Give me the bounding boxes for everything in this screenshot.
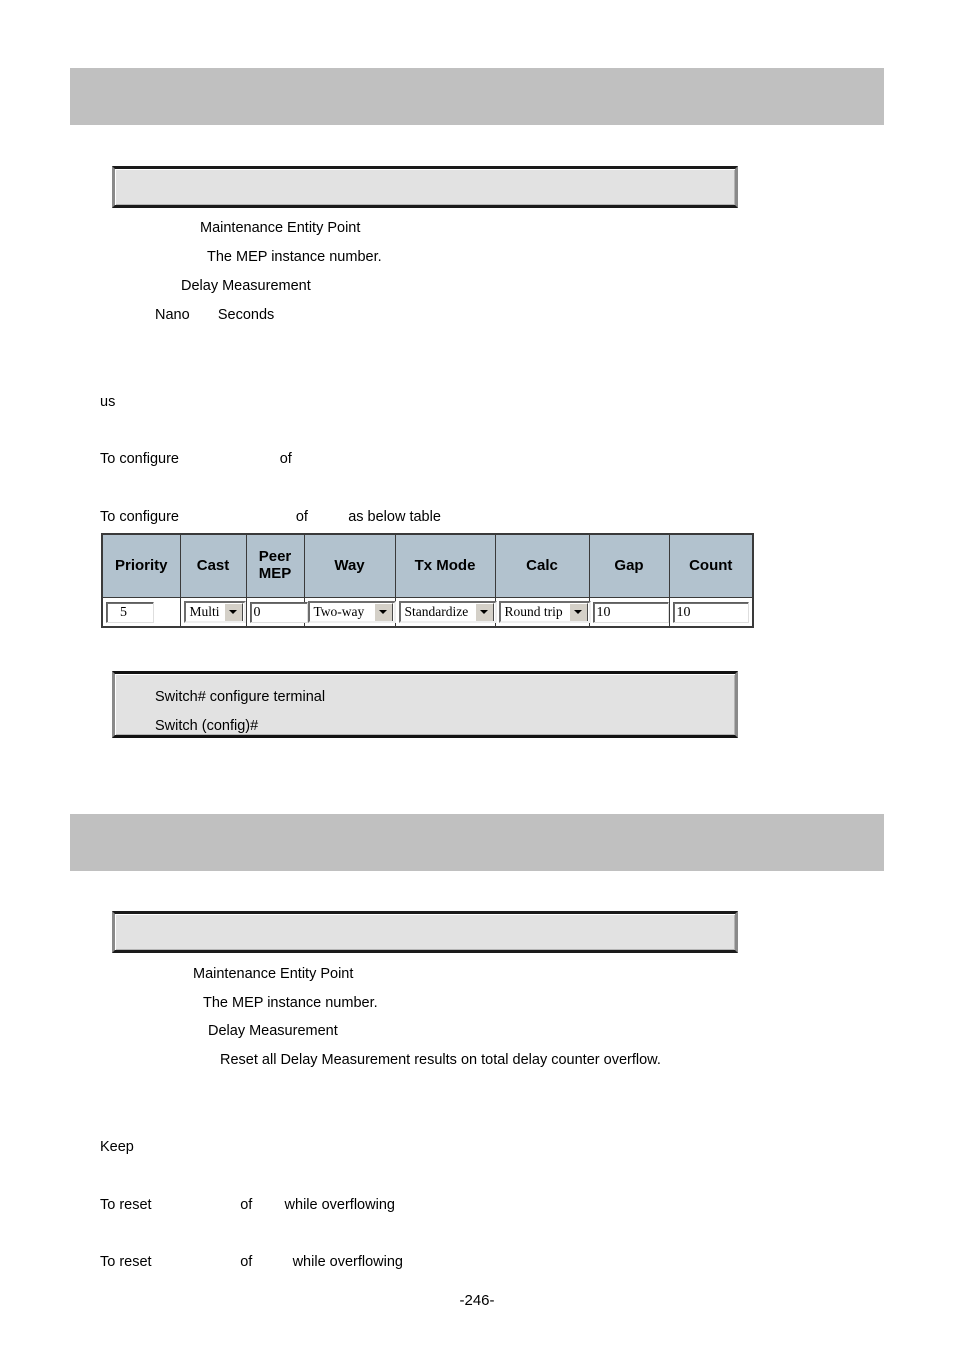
cell-gap: 10: [588, 597, 670, 628]
instruction-line-1-1: To configure of: [100, 451, 292, 467]
calc-select-value: Round trip: [504, 604, 563, 619]
column-header-cast: Cast: [179, 533, 247, 598]
description-line-1-2: The MEP instance number.: [207, 249, 382, 265]
syntax-box-2: [112, 911, 738, 953]
note-line-2-1: Keep: [100, 1139, 134, 1155]
priority-input[interactable]: 5: [106, 601, 154, 623]
peer-mep-input[interactable]: 0: [249, 601, 308, 623]
chevron-down-icon[interactable]: [373, 603, 393, 621]
calc-select[interactable]: Round trip: [498, 601, 591, 623]
table-header-row: Priority Cast Peer MEP Way Tx Mode Calc …: [101, 533, 754, 598]
cli-line-2: Switch (config)#: [155, 718, 259, 734]
cli-line-1: Switch# configure terminal: [155, 689, 326, 705]
column-header-tx-mode: Tx Mode: [394, 533, 496, 598]
column-header-count: Count: [668, 533, 754, 598]
column-header-peer-mep: Peer MEP: [245, 533, 305, 598]
column-header-priority: Priority: [101, 533, 181, 598]
cast-select-value: Multi: [189, 604, 220, 619]
cell-count: 10: [668, 597, 754, 628]
way-select[interactable]: Two-way: [307, 601, 396, 623]
cell-priority: 5: [101, 597, 181, 628]
syntax-box-2-text: [115, 914, 735, 930]
tx-mode-select[interactable]: Standardize: [398, 601, 497, 623]
column-header-calc: Calc: [494, 533, 590, 598]
syntax-box-1: [112, 166, 738, 208]
cell-peer-mep: 0: [245, 597, 308, 628]
description-line-2-3: Delay Measurement: [208, 1023, 338, 1039]
syntax-box-1-text: [115, 169, 735, 185]
way-select-value: Two-way: [313, 604, 365, 619]
note-line-1-1: us: [100, 394, 116, 410]
section-banner-2: [70, 814, 884, 871]
chevron-down-icon[interactable]: [568, 603, 588, 621]
cast-select[interactable]: Multi: [183, 601, 246, 623]
count-input[interactable]: 10: [672, 601, 749, 623]
column-header-gap: Gap: [588, 533, 670, 598]
gap-input[interactable]: 10: [592, 601, 669, 623]
cell-cast: Multi: [179, 597, 247, 628]
chevron-down-icon[interactable]: [223, 603, 243, 621]
instruction-line-2-1: To reset of while overflowing: [100, 1197, 395, 1213]
column-header-way: Way: [303, 533, 396, 598]
section-banner-2-label: [70, 814, 884, 830]
description-line-2-2: The MEP instance number.: [203, 995, 378, 1011]
cell-tx-mode: Standardize: [394, 597, 497, 628]
dm-parameter-table: Priority Cast Peer MEP Way Tx Mode Calc …: [101, 533, 754, 628]
cell-way: Two-way: [303, 597, 396, 628]
section-banner-1-label: [70, 68, 884, 84]
instruction-line-1-2: To configure of as below table: [100, 509, 441, 525]
table-row: 5 Multi 0 Two-way Standardize Round trip…: [101, 597, 754, 628]
description-line-2-4: Reset all Delay Measurement results on t…: [220, 1052, 661, 1068]
cell-calc: Round trip: [494, 597, 591, 628]
tx-mode-select-value: Standardize: [404, 604, 469, 619]
cli-example-box: Switch# configure terminal Switch (confi…: [112, 671, 738, 738]
page-number: -246-: [459, 1292, 495, 1309]
description-line-1-4: Nano Seconds: [155, 307, 275, 323]
description-line-1-1: Maintenance Entity Point: [200, 220, 361, 236]
section-banner-1: [70, 68, 884, 125]
instruction-line-2-2: To reset of while overflowing: [100, 1254, 403, 1270]
chevron-down-icon[interactable]: [474, 603, 494, 621]
description-line-1-3: Delay Measurement: [181, 278, 311, 294]
description-line-2-1: Maintenance Entity Point: [193, 966, 354, 982]
